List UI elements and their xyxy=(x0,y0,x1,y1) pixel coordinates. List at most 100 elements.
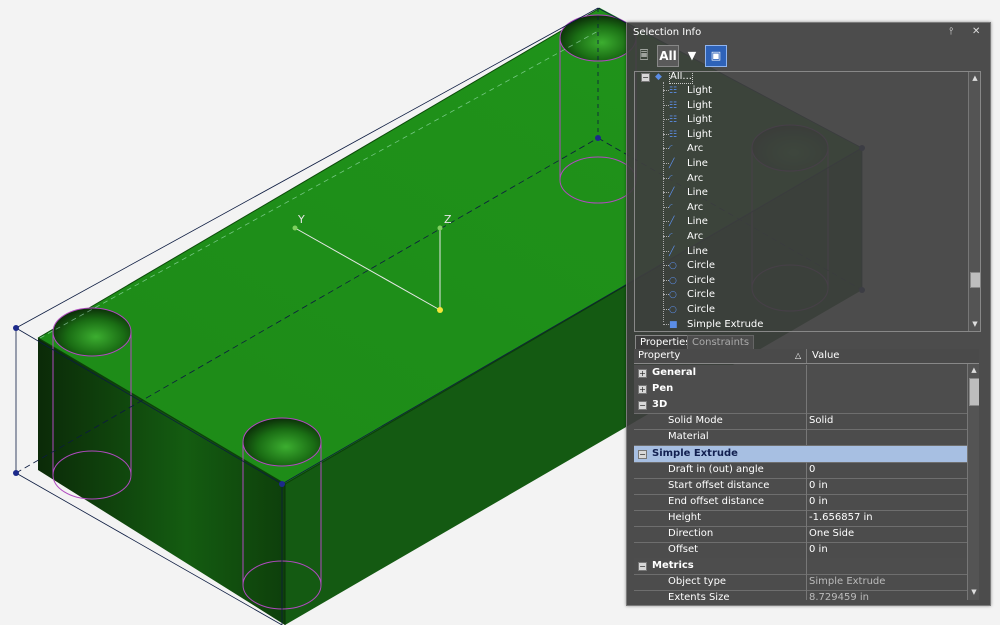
category-label: 3D xyxy=(652,399,668,411)
property-row[interactable]: Draft in (out) angle 0 xyxy=(634,461,967,479)
panel-title: Selection Info xyxy=(633,27,702,38)
property-value[interactable]: 0 in xyxy=(809,494,828,510)
scroll-up-icon[interactable]: ▲ xyxy=(969,72,980,84)
arc-icon: ◜ xyxy=(669,173,673,184)
property-value[interactable]: 0 in xyxy=(809,542,828,558)
property-row[interactable]: Object type Simple Extrude xyxy=(634,574,967,592)
tree-item-label: Arc xyxy=(687,172,704,184)
property-row[interactable]: Extents Size 8.729459 in xyxy=(634,590,967,600)
property-name: Extents Size xyxy=(668,592,730,600)
property-name: Direction xyxy=(668,528,714,539)
grid-scroll-down-icon[interactable]: ▼ xyxy=(968,586,979,598)
tree-item[interactable]: ◜ Arc xyxy=(635,201,966,215)
property-category[interactable]: − Simple Extrude xyxy=(634,445,967,463)
property-value[interactable]: -1.656857 in xyxy=(809,510,873,526)
property-grid[interactable]: Property △ Value + General + Pen −3D Solid Mo… xyxy=(634,349,979,600)
all-items-icon: ◆ xyxy=(655,72,662,82)
tree-item[interactable]: ╱ Line xyxy=(635,215,966,229)
line-icon: ╱ xyxy=(669,188,675,199)
property-row[interactable]: End offset distance 0 in xyxy=(634,493,967,511)
tree-item[interactable]: ☷ Light xyxy=(635,99,966,113)
property-row[interactable]: Offset 0 in xyxy=(634,542,967,560)
property-value[interactable]: 0 in xyxy=(809,478,828,494)
tree-item-label: Light xyxy=(687,85,712,96)
property-category[interactable]: −3D xyxy=(634,397,967,415)
tree-item-label: Circle xyxy=(687,304,716,315)
grid-scrollbar[interactable]: ▲ ▼ xyxy=(967,364,979,600)
tree-item[interactable]: ╱ Line xyxy=(635,186,966,200)
scroll-down-icon[interactable]: ▼ xyxy=(969,318,980,330)
tree-item-label: Circle xyxy=(687,274,716,286)
property-row[interactable]: Solid Mode Solid xyxy=(634,413,967,431)
selection-info-panel[interactable]: Selection Info ⫯ ✕ 🗏 All ▼ ▣ − ◆ All... … xyxy=(626,22,991,606)
all-button-label: All xyxy=(659,49,677,63)
tree-item[interactable]: ■ Simple Extrude xyxy=(635,318,966,331)
sort-icon[interactable]: △ xyxy=(795,349,801,363)
tree-item-label: Arc xyxy=(687,231,704,242)
property-category[interactable]: − Metrics xyxy=(634,558,967,576)
tree-root[interactable]: − ◆ All... xyxy=(635,72,966,84)
tree-item-label: Line xyxy=(687,187,708,199)
circle-icon: ○ xyxy=(669,275,677,286)
property-category[interactable]: + General xyxy=(634,365,967,382)
tree-item[interactable]: ◜ Arc xyxy=(635,142,966,156)
property-value[interactable]: One Side xyxy=(809,526,854,542)
category-label: Simple Extrude xyxy=(652,447,738,459)
tree-item[interactable]: ☷ Light xyxy=(635,113,966,127)
property-name: Height xyxy=(668,511,702,523)
pin-icon[interactable]: ⫯ xyxy=(949,26,953,38)
category-label: Pen xyxy=(652,383,674,395)
property-value: Simple Extrude xyxy=(809,576,886,588)
selection-tree[interactable]: − ◆ All... ☷ Light ☷ Light ☷ Light ☷ Light ◜ Arc ╱… xyxy=(634,71,981,332)
property-name: End offset distance xyxy=(668,495,765,507)
tree-scrollbar[interactable]: ▲ ▼ xyxy=(968,72,980,331)
all-button[interactable]: All xyxy=(657,45,679,67)
tree-item[interactable]: ○ Circle xyxy=(635,288,966,302)
circle-icon: ○ xyxy=(669,290,677,301)
tree-item[interactable]: ◜ Arc xyxy=(635,172,966,186)
col-property-header[interactable]: Property xyxy=(638,349,680,363)
tree-item[interactable]: ○ Circle xyxy=(635,259,966,273)
expand-icon[interactable]: + xyxy=(638,369,647,378)
axis-y-label: Y xyxy=(297,213,305,226)
properties-icon[interactable]: 🗏 xyxy=(633,45,655,67)
tree-item[interactable]: ◜ Arc xyxy=(635,230,966,244)
property-value[interactable]: Solid xyxy=(809,413,833,429)
col-value-header[interactable]: Value xyxy=(812,349,839,363)
panel-titlebar[interactable]: Selection Info ⫯ ✕ xyxy=(627,23,990,43)
arc-icon: ◜ xyxy=(669,232,673,242)
tree-item[interactable]: ╱ Line xyxy=(635,245,966,259)
property-row[interactable]: Height -1.656857 in xyxy=(634,509,967,527)
line-icon: ╱ xyxy=(669,217,675,228)
select-icon[interactable]: ▣ xyxy=(705,45,727,67)
tree-item-label: Light xyxy=(687,128,712,140)
tree-item[interactable]: ☷ Light xyxy=(635,84,966,98)
filter-icon[interactable]: ▼ xyxy=(681,45,703,67)
property-name: Draft in (out) angle xyxy=(668,463,764,475)
light-icon: ☷ xyxy=(669,100,678,111)
property-value: 8.729459 in xyxy=(809,592,870,600)
property-row[interactable]: Start offset distance 0 in xyxy=(634,477,967,495)
circle-icon: ○ xyxy=(669,305,677,315)
tree-item-label: Arc xyxy=(687,201,704,213)
tree-item[interactable]: ╱ Line xyxy=(635,157,966,171)
light-icon: ☷ xyxy=(669,129,678,140)
close-icon[interactable]: ✕ xyxy=(972,26,980,38)
collapse-icon[interactable]: − xyxy=(638,401,647,411)
expand-icon[interactable]: + xyxy=(638,385,647,395)
tree-item[interactable]: ○ Circle xyxy=(635,303,966,317)
grid-scroll-thumb[interactable] xyxy=(969,378,979,406)
light-icon: ☷ xyxy=(669,115,678,126)
property-row[interactable]: Material xyxy=(634,429,967,447)
tree-item[interactable]: ○ Circle xyxy=(635,274,966,288)
tree-scroll-thumb[interactable] xyxy=(970,272,980,288)
collapse-icon[interactable]: − xyxy=(638,449,647,459)
grid-scroll-up-icon[interactable]: ▲ xyxy=(968,364,979,376)
collapse-icon[interactable]: − xyxy=(638,562,647,572)
tree-item[interactable]: ☷ Light xyxy=(635,128,966,142)
property-row[interactable]: Direction One Side xyxy=(634,526,967,543)
property-category[interactable]: + Pen xyxy=(634,381,967,399)
tree-item-label: Line xyxy=(687,245,708,257)
property-value[interactable]: 0 xyxy=(809,462,815,478)
axis-z-label: Z xyxy=(444,213,452,226)
